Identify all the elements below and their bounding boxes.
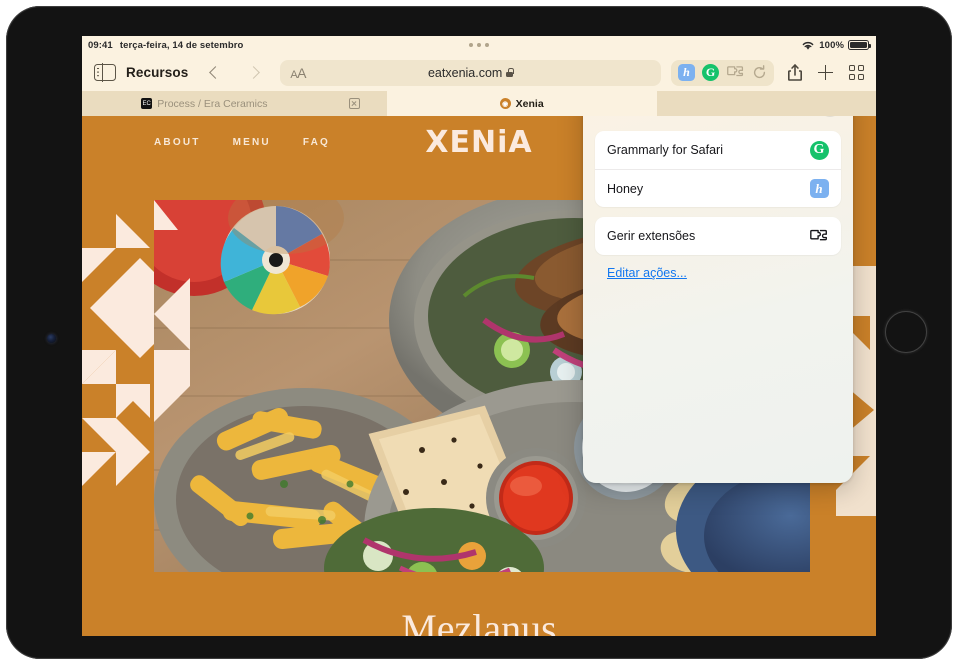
grammarly-glyph: G xyxy=(809,140,829,160)
dot-icon xyxy=(485,43,489,47)
honey-icon[interactable]: h xyxy=(678,64,695,81)
close-icon[interactable] xyxy=(819,116,841,117)
tab-overview-icon[interactable] xyxy=(849,65,864,80)
manage-extensions-label: Gerir extensões xyxy=(607,229,696,243)
home-button[interactable] xyxy=(885,311,927,353)
status-bar-right: 100% xyxy=(801,39,872,51)
xenia-favicon: ◉ xyxy=(499,98,511,109)
battery-percent: 100% xyxy=(819,39,844,51)
manage-extensions-row[interactable]: Gerir extensões xyxy=(595,217,841,255)
battery-icon xyxy=(848,40,872,50)
tab-item[interactable]: EC Process / Era Ceramics xyxy=(82,91,327,116)
tab-item-spacer xyxy=(656,91,876,116)
dot-icon xyxy=(477,43,481,47)
tab-item[interactable] xyxy=(326,91,387,116)
address-bar[interactable]: AA eatxenia.com xyxy=(280,59,661,86)
wifi-icon xyxy=(802,41,814,50)
grammarly-icon: G xyxy=(809,140,829,160)
back-button[interactable] xyxy=(202,60,228,86)
puzzle-piece-icon xyxy=(809,226,829,246)
safari-toolbar: Recursos AA eatxenia.com h G xyxy=(82,54,876,91)
front-camera xyxy=(47,334,56,343)
url-display: eatxenia.com xyxy=(280,66,661,80)
share-icon[interactable] xyxy=(788,64,802,81)
extension-row-grammarly[interactable]: Grammarly for Safari G xyxy=(595,131,841,169)
dot-icon xyxy=(469,43,473,47)
extension-label: Honey xyxy=(607,181,644,196)
website-content: ABOUT MENU FAQ XENiA Mezlanus Grammarly … xyxy=(82,116,876,636)
close-x-icon[interactable] xyxy=(348,98,360,109)
reload-icon[interactable] xyxy=(752,65,767,80)
multitasking-indicator[interactable] xyxy=(82,43,876,47)
grammarly-icon[interactable]: G xyxy=(702,64,719,81)
honey-icon: h xyxy=(809,179,829,199)
url-text: eatxenia.com xyxy=(427,65,503,80)
puzzle-piece-icon[interactable] xyxy=(726,65,745,80)
lock-icon xyxy=(506,68,514,77)
extensions-toolbar-group: h G xyxy=(671,59,774,86)
bottom-heading: Mezlanus xyxy=(401,606,557,636)
edit-actions-link[interactable]: Editar ações... xyxy=(607,266,687,280)
manage-extensions-card: Gerir extensões xyxy=(595,217,841,255)
tab-title: Process / Era Ceramics xyxy=(157,97,268,110)
tab-title: Xenia xyxy=(515,97,544,110)
status-bar: 09:41 terça-feira, 14 de setembro 100% xyxy=(82,36,876,54)
extension-row-honey[interactable]: Honey h xyxy=(595,169,841,207)
toolbar-right-actions xyxy=(788,64,864,81)
sidebar-icon[interactable] xyxy=(94,63,116,82)
tab-item[interactable]: ◉ Xenia xyxy=(386,91,657,116)
tab-bar: EC Process / Era Ceramics ◉ Xenia xyxy=(82,91,876,116)
extensions-popup: Grammarly for Safari G Honey h Gerir ext… xyxy=(583,116,853,483)
ipad-device: 09:41 terça-feira, 14 de setembro 100% R… xyxy=(6,6,952,659)
ipad-screen: 09:41 terça-feira, 14 de setembro 100% R… xyxy=(82,36,876,636)
honey-glyph: h xyxy=(809,179,829,198)
ec-favicon: EC xyxy=(141,98,153,109)
sidebar-label[interactable]: Recursos xyxy=(126,65,188,80)
extensions-list-card: Grammarly for Safari G Honey h xyxy=(595,131,841,207)
forward-button[interactable] xyxy=(240,60,266,86)
new-tab-button[interactable] xyxy=(818,65,833,80)
extension-label: Grammarly for Safari xyxy=(607,143,723,157)
